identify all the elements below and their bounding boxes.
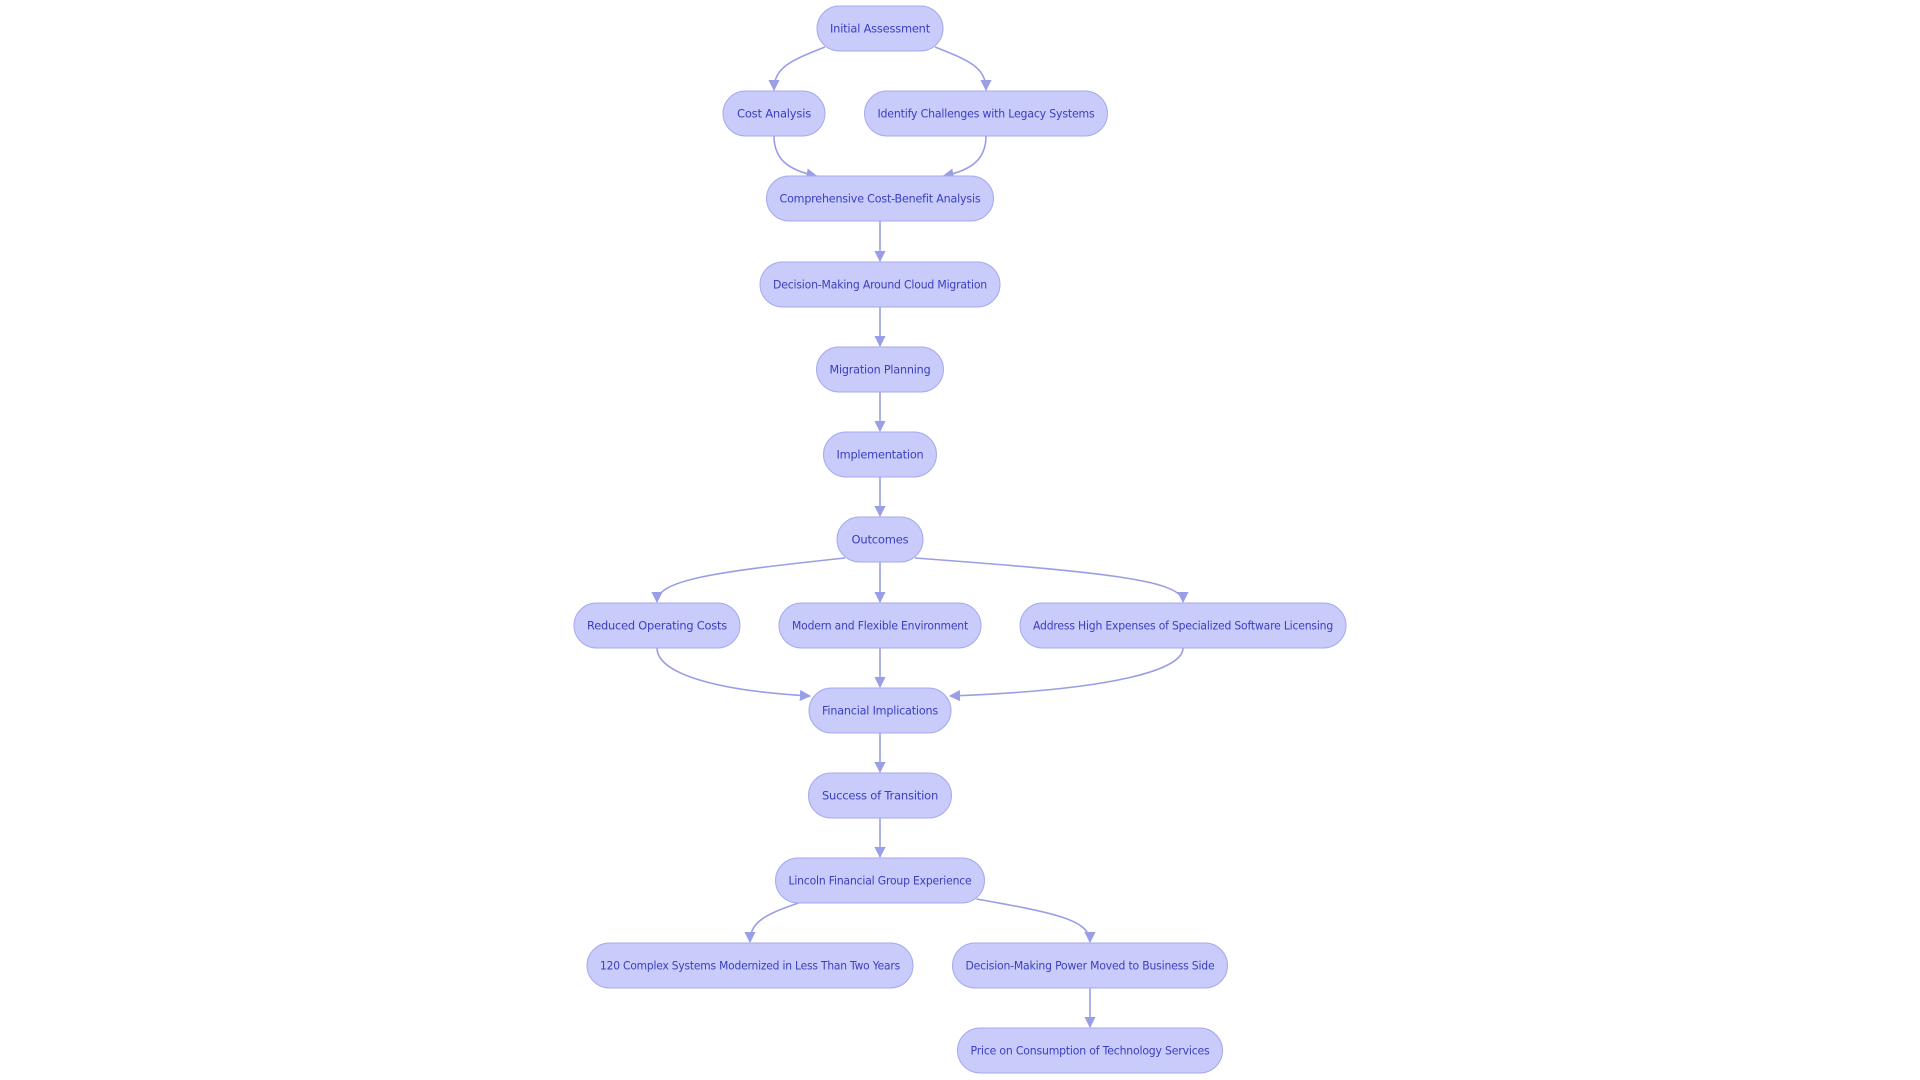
flowchart-diagram: Initial Assessment Cost Analysis Identify … [573,5,1347,1074]
node-complex: 120 Complex Systems Modernized in Less T… [586,942,914,989]
node-modern: Modern and Flexible Environment [778,602,982,649]
edge-reduced-to-financial [656,647,812,702]
node-implementation: Implementation [823,431,937,478]
node-label: Price on Consumption of Technology Servi… [971,1044,1210,1058]
edge-lincoln-to-complex [744,898,811,944]
nodes-layer: Initial Assessment Cost Analysis Identify … [573,5,1347,1074]
node-success: Success of Transition [808,772,952,819]
node-outcomes: Outcomes [836,516,924,563]
node-label: Lincoln Financial Group Experience [789,874,972,888]
edge-cost-to-comprehensive [773,135,818,180]
node-label: Financial Implications [822,704,938,718]
node-decision: Decision-Making Around Cloud Migration [759,261,1001,308]
node-identify: Identify Challenges with Legacy Systems [864,90,1108,137]
node-label: Reduced Operating Costs [587,619,727,633]
edge-identify-to-comprehensive [942,135,987,180]
node-address: Address High Expenses of Specialized Sof… [1019,602,1347,649]
node-planning: Migration Planning [816,346,944,393]
node-label: Modern and Flexible Environment [792,619,969,633]
node-label: Implementation [837,448,924,462]
edge-lincoln-to-power [976,898,1096,944]
node-label: Success of Transition [822,789,938,803]
edge-initial-to-cost [768,46,826,92]
edge-initial-to-identify [934,46,992,92]
edge-address-to-financial [948,647,1184,702]
node-label: Cost Analysis [737,107,811,121]
node-financial: Financial Implications [808,687,952,734]
node-label: Identify Challenges with Legacy Systems [878,107,1095,121]
node-label: Initial Assessment [830,22,931,36]
node-initial: Initial Assessment [816,5,944,52]
node-label: Decision-Making Around Cloud Migration [773,278,987,292]
node-label: Comprehensive Cost-Benefit Analysis [780,192,981,206]
node-label: Address High Expenses of Specialized Sof… [1033,619,1333,633]
node-label: Outcomes [852,533,909,547]
node-lincoln: Lincoln Financial Group Experience [775,857,985,904]
edge-outcomes-to-reduced [651,557,846,604]
node-label: 120 Complex Systems Modernized in Less T… [600,959,900,973]
node-label: Migration Planning [830,363,931,377]
node-label: Decision-Making Power Moved to Business … [966,959,1215,973]
node-reduced: Reduced Operating Costs [573,602,741,649]
node-price: Price on Consumption of Technology Servi… [957,1027,1223,1074]
node-comprehensive: Comprehensive Cost-Benefit Analysis [766,175,994,222]
edge-outcomes-to-address [914,557,1189,604]
node-cost: Cost Analysis [722,90,826,137]
node-power: Decision-Making Power Moved to Business … [952,942,1228,989]
